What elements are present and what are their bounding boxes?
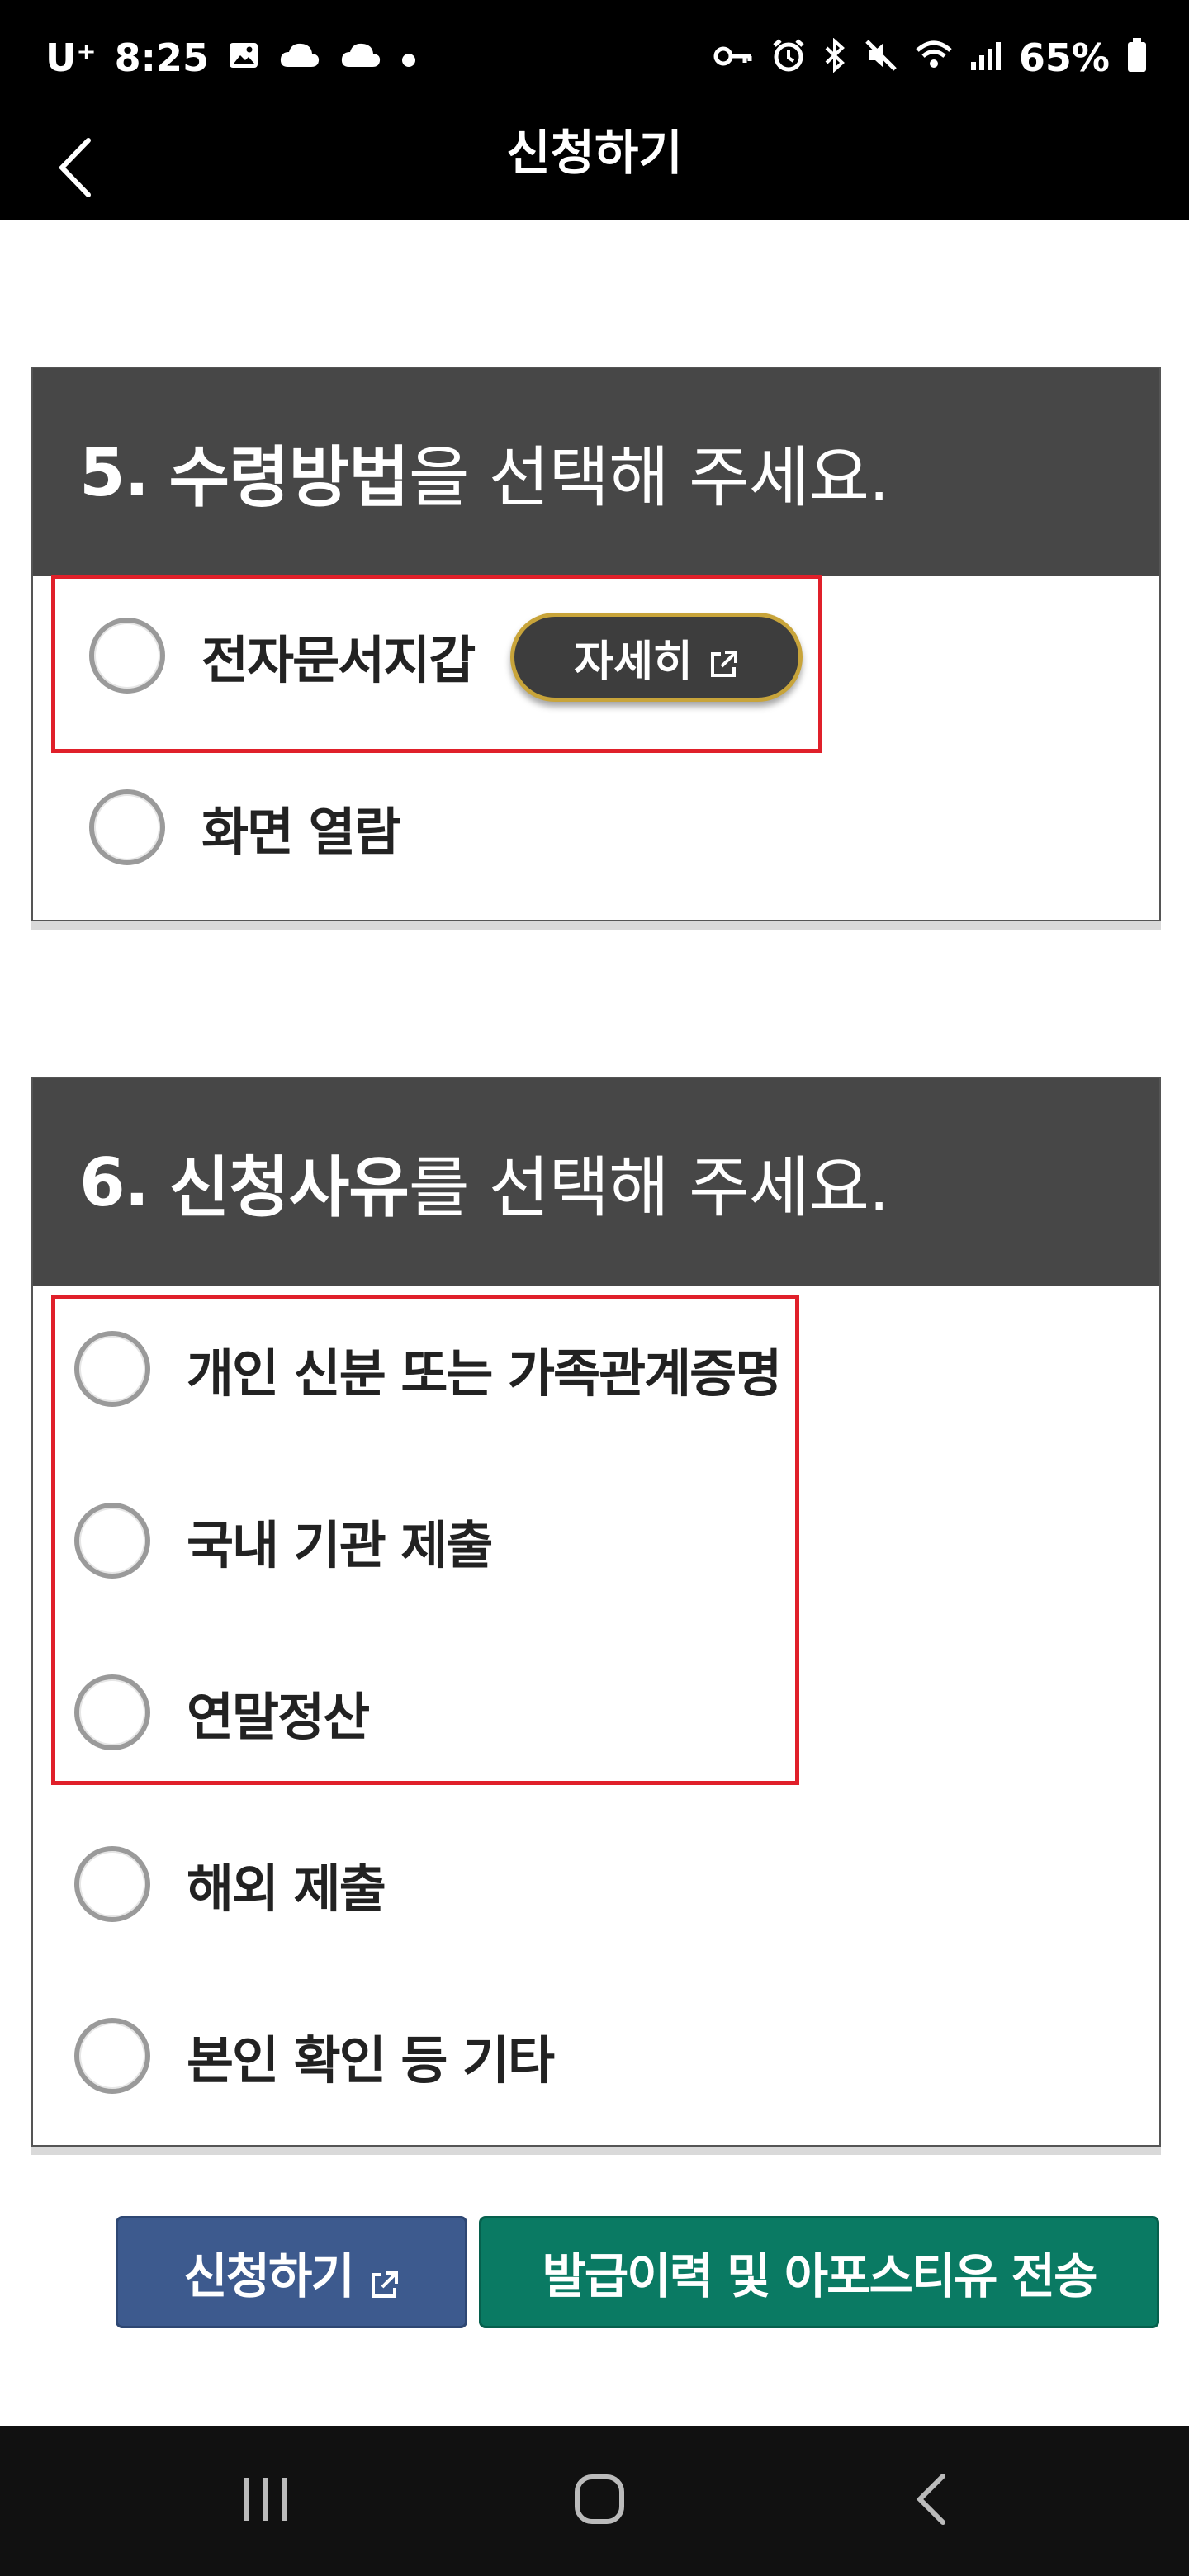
section-heading: 6. 신청사유 를 선택해 주세요. <box>33 1078 1159 1286</box>
carrier-label: U⁺ <box>45 36 97 80</box>
section-heading-rest: 를 선택해 주세요. <box>408 1149 889 1226</box>
signal-icon <box>969 39 1002 78</box>
system-nav-bar <box>0 2426 1189 2576</box>
dot-icon <box>400 41 417 74</box>
mute-icon <box>864 38 898 78</box>
app-header: 신청하기 <box>0 111 1189 220</box>
option-screen-view[interactable]: 화면 열람 <box>89 789 401 865</box>
section-heading-rest: 을 선택해 주세요. <box>408 439 889 516</box>
section-heading: 5. 수령방법 을 선택해 주세요. <box>33 368 1159 576</box>
status-bar: U⁺ 8:25 65% <box>0 0 1189 111</box>
highlight-box <box>51 1295 799 1785</box>
page-title: 신청하기 <box>506 125 683 181</box>
history-apostille-button[interactable]: 발급이력 및 아포스티유 전송 <box>479 2216 1159 2328</box>
key-icon <box>713 41 755 74</box>
external-link-icon <box>368 2256 400 2298</box>
section-number: 6. <box>79 1144 149 1221</box>
radio-button[interactable] <box>74 2018 150 2094</box>
recents-button[interactable] <box>200 2426 332 2576</box>
clock: 8:25 <box>114 36 210 80</box>
apply-button[interactable]: 신청하기 <box>116 2216 467 2328</box>
wifi-icon <box>915 39 953 78</box>
bluetooth-icon <box>822 37 847 78</box>
back-icon <box>913 2473 950 2529</box>
radio-button[interactable] <box>89 789 165 865</box>
battery-percent: 65% <box>1018 36 1110 80</box>
option-label: 본인 확인 등 기타 <box>187 2030 555 2091</box>
recents-icon <box>239 2476 292 2526</box>
cloud-icon <box>278 39 321 78</box>
option-label: 해외 제출 <box>187 1859 386 1919</box>
section-keyword: 수령방법 <box>168 439 410 516</box>
option-label: 화면 열람 <box>201 802 401 862</box>
radio-button[interactable] <box>74 1846 150 1922</box>
battery-icon <box>1126 37 1148 79</box>
nav-back-button[interactable] <box>865 2426 997 2576</box>
home-icon <box>573 2473 626 2529</box>
highlight-box <box>51 575 822 753</box>
history-button-label: 발급이력 및 아포스티유 전송 <box>542 2248 1098 2304</box>
option-other[interactable]: 본인 확인 등 기타 <box>74 2018 555 2094</box>
cloud-icon <box>339 39 382 78</box>
apply-button-label: 신청하기 <box>183 2248 354 2304</box>
gallery-icon <box>227 39 260 78</box>
option-overseas-submit[interactable]: 해외 제출 <box>74 1846 386 1922</box>
section-number: 5. <box>79 433 149 511</box>
alarm-icon <box>771 38 806 78</box>
home-button[interactable] <box>533 2426 666 2576</box>
section-keyword: 신청사유 <box>168 1149 410 1226</box>
